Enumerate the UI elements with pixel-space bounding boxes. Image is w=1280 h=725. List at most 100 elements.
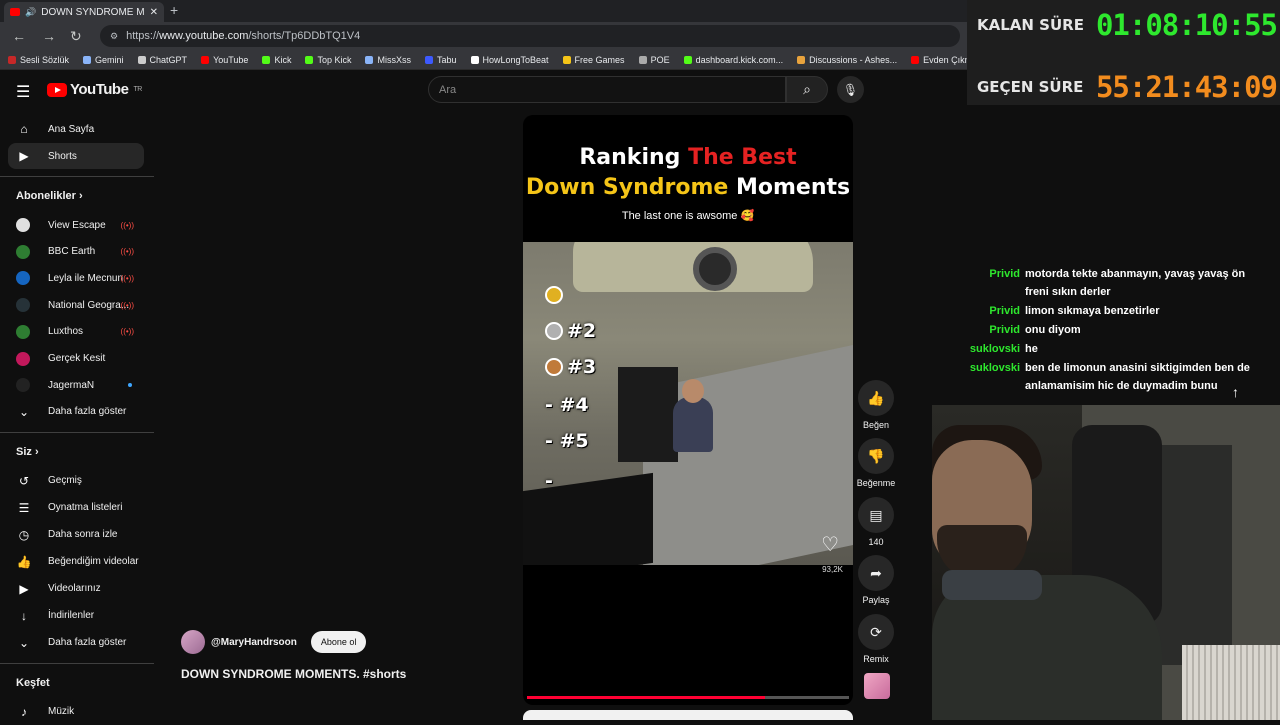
search-button[interactable]: ⌕ bbox=[786, 76, 828, 103]
shorts-player[interactable]: Ranking The Best Down Syndrome Moments T… bbox=[523, 115, 853, 705]
sidebar-item-you[interactable]: ◷ Daha sonra izle bbox=[8, 522, 144, 548]
sidebar-item-music[interactable]: ♪ Müzik bbox=[8, 699, 144, 725]
reload-icon[interactable]: ↻ bbox=[70, 28, 82, 45]
chat-username[interactable]: Privid bbox=[932, 302, 1020, 320]
bookmark-item[interactable]: Sesli Sözlük bbox=[8, 55, 69, 65]
sidebar-item-label: Daha fazla göster bbox=[48, 637, 127, 649]
remix-action[interactable]: ⟳ Remix bbox=[856, 614, 896, 664]
sidebar-item-you[interactable]: ⌄ Daha fazla göster bbox=[8, 630, 144, 656]
live-icon: ((•)) bbox=[120, 247, 134, 257]
bookmark-favicon-icon bbox=[470, 55, 479, 64]
sidebar-subscription[interactable]: Leyla ile Mecnun ((•)) bbox=[8, 265, 144, 291]
show-more-subscriptions[interactable]: ⌄ Daha fazla göster bbox=[8, 399, 144, 425]
chat-username[interactable]: suklovski bbox=[932, 340, 1020, 358]
bookmark-item[interactable]: Top Kick bbox=[305, 55, 351, 65]
rank-2: #2 bbox=[545, 320, 596, 342]
rank-3: #3 bbox=[545, 356, 596, 378]
sidebar-item-label: BBC Earth bbox=[48, 246, 96, 258]
bookmark-favicon-icon bbox=[638, 55, 647, 64]
channel-name[interactable]: @MaryHandrsoon bbox=[211, 637, 297, 648]
stream-chat: Privid motorda tekte abanmayın, yavaş yav… bbox=[932, 265, 1280, 405]
live-icon: ((•)) bbox=[120, 273, 134, 283]
dislike-action[interactable]: 👎 Beğenme bbox=[856, 438, 896, 488]
channel-avatar[interactable] bbox=[181, 630, 205, 654]
bookmark-item[interactable]: Free Games bbox=[562, 54, 625, 65]
chat-username[interactable]: suklovski bbox=[932, 359, 1020, 395]
youtube-logo[interactable]: YouTube TR bbox=[47, 81, 142, 98]
bookmark-item[interactable]: YouTube bbox=[201, 55, 248, 65]
scroll-up-arrow-icon[interactable]: ↑ bbox=[1232, 384, 1239, 400]
bookmark-item[interactable]: Discussions - Ashes... bbox=[797, 55, 897, 65]
dislike-icon[interactable]: 👎 bbox=[858, 438, 894, 474]
chat-username[interactable]: Privid bbox=[932, 265, 1020, 301]
channel-info: @MaryHandrsoon Abone ol bbox=[181, 630, 367, 654]
bookmark-item[interactable]: MissXss bbox=[365, 55, 411, 65]
next-short-card[interactable] bbox=[523, 710, 853, 720]
channel-avatar bbox=[16, 218, 30, 232]
you-heading[interactable]: Siz › bbox=[16, 446, 39, 458]
bookmark-item[interactable]: Kick bbox=[262, 55, 291, 65]
close-tab-icon[interactable]: ✕ bbox=[150, 7, 158, 18]
bookmark-favicon-icon bbox=[424, 55, 433, 64]
chat-username[interactable]: Privid bbox=[932, 321, 1020, 339]
forward-icon[interactable]: → bbox=[42, 28, 56, 44]
sidebar-item-shorts[interactable]: ▶ Shorts bbox=[8, 143, 144, 169]
bookmark-item[interactable]: Tabu bbox=[424, 54, 457, 65]
bookmark-favicon-icon bbox=[562, 55, 571, 64]
sound-thumbnail[interactable] bbox=[864, 673, 890, 699]
channel-avatar bbox=[16, 271, 30, 286]
explore-heading[interactable]: Keşfet bbox=[16, 677, 50, 689]
subscriptions-heading[interactable]: Abonelikler › bbox=[16, 190, 83, 202]
sidebar-item-you[interactable]: 👍 Beğendiğim videolar bbox=[8, 549, 144, 575]
search-icon: ⌕ bbox=[803, 81, 811, 97]
like-action[interactable]: 👍 Beğen bbox=[856, 380, 896, 430]
sidebar-subscription[interactable]: BBC Earth ((•)) bbox=[8, 239, 144, 265]
live-icon: ((•)) bbox=[120, 300, 134, 310]
channel-avatar bbox=[16, 351, 30, 366]
heart-icon[interactable]: ♡ bbox=[821, 532, 839, 557]
menu-icon[interactable]: ☰ bbox=[16, 82, 30, 102]
sidebar-you-icon: ☰ bbox=[18, 500, 30, 515]
bookmark-label: Kick bbox=[274, 54, 292, 65]
browser-tab[interactable]: 🔊 DOWN SYNDROME MOMENTS ✕ bbox=[4, 2, 164, 22]
bookmark-item[interactable]: dashboard.kick.com... bbox=[683, 55, 783, 65]
remix-icon[interactable]: ⟳ bbox=[858, 614, 894, 650]
sidebar-item-you[interactable]: ↓ İndirilenler bbox=[8, 603, 144, 629]
video-progress-bar[interactable] bbox=[527, 696, 849, 699]
sidebar-item-label: Beğendiğim videolar bbox=[48, 556, 139, 568]
site-info-icon[interactable]: ⚙ bbox=[110, 31, 118, 42]
like-icon[interactable]: 👍 bbox=[858, 380, 894, 416]
elapsed-timer: GEÇEN SÜRE 55:21:43:09 bbox=[977, 70, 1278, 104]
sidebar-item-you[interactable]: ▶ Videolarınız bbox=[8, 576, 144, 602]
comments-action[interactable]: ▤ 140 bbox=[856, 497, 896, 547]
bookmark-label: Tabu bbox=[436, 54, 457, 65]
bookmark-item[interactable]: ChatGPT bbox=[137, 55, 187, 65]
sidebar-subscription[interactable]: JagermaN bbox=[8, 372, 144, 398]
sidebar-item-you[interactable]: ☰ Oynatma listeleri bbox=[8, 495, 144, 521]
sidebar-subscription[interactable]: Luxthos ((•)) bbox=[8, 319, 144, 345]
video-frame[interactable]: #2 #3 - #4 - #5 - ♡ bbox=[523, 242, 853, 565]
url-field[interactable]: ⚙ https://www.youtube.com/shorts/Tp6DDbT… bbox=[100, 25, 960, 47]
music-icon: ♪ bbox=[21, 704, 27, 719]
voice-search-button[interactable]: 🎙 bbox=[837, 76, 864, 103]
sidebar-subscription[interactable]: Gerçek Kesit bbox=[8, 346, 144, 372]
search-input[interactable]: Ara bbox=[428, 76, 786, 103]
bookmark-item[interactable]: POE bbox=[638, 55, 670, 65]
share-icon[interactable]: ➦ bbox=[858, 555, 894, 591]
sidebar-you-icon: ↺ bbox=[18, 473, 30, 488]
sidebar-subscription[interactable]: National Geogra... ((•)) bbox=[8, 292, 144, 318]
sidebar-item-you[interactable]: ↺ Geçmiş bbox=[8, 468, 144, 494]
sidebar-item-label: Leyla ile Mecnun bbox=[48, 272, 124, 284]
bookmark-item[interactable]: HowLongToBeat bbox=[470, 55, 549, 65]
speaker-icon[interactable]: 🔊 bbox=[25, 7, 36, 18]
sidebar-item-ana-sayfa[interactable]: ⌂ Ana Sayfa bbox=[8, 116, 144, 142]
back-icon[interactable]: ← bbox=[12, 28, 26, 44]
new-tab-icon[interactable]: + bbox=[170, 2, 178, 18]
subscribe-button[interactable]: Abone ol bbox=[310, 631, 367, 653]
share-action[interactable]: ➦ Paylaş bbox=[856, 555, 896, 605]
video-title[interactable]: DOWN SYNDROME MOMENTS. #shorts bbox=[181, 667, 406, 681]
sidebar-subscription[interactable]: View Escape ((•)) bbox=[8, 212, 144, 238]
comment-icon[interactable]: ▤ bbox=[858, 497, 894, 533]
bookmark-label: Free Games bbox=[574, 54, 625, 65]
bookmark-item[interactable]: Gemini bbox=[83, 55, 124, 65]
